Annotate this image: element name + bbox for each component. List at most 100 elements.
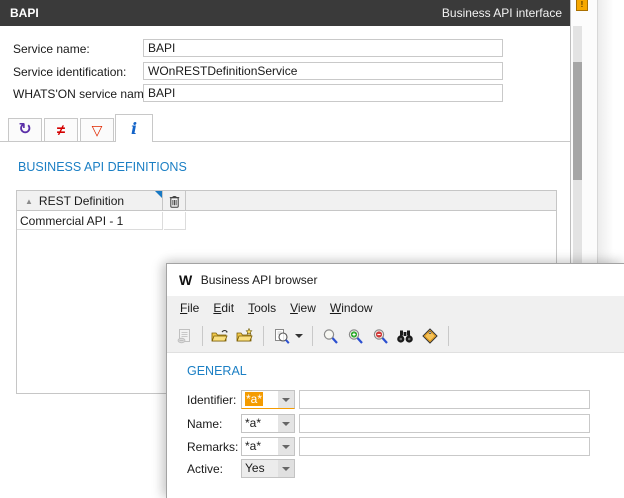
tab-underline [0, 141, 570, 142]
name-combo-dropdown[interactable] [278, 415, 294, 432]
trash-icon [169, 195, 180, 208]
info-icon: i [131, 121, 137, 137]
service-name-row: Service name: [0, 39, 570, 58]
tab-info[interactable]: i [115, 114, 153, 142]
toolbar-separator [312, 326, 313, 346]
find-document-icon [273, 328, 290, 345]
remarks-row: Remarks: *a* [187, 437, 617, 456]
name-combo[interactable]: *a* [241, 414, 295, 433]
menu-window[interactable]: Window [330, 301, 373, 315]
window-subtitle: Business API interface [442, 6, 562, 20]
tab-triangle[interactable]: ▽ [80, 118, 114, 141]
column-header-rest-definition[interactable]: ▲ REST Definition [17, 191, 163, 211]
identifier-combo[interactable]: *a* [241, 390, 295, 409]
open-folder-new-icon [236, 328, 254, 344]
service-name-input[interactable] [143, 39, 503, 57]
background-scrollbar[interactable] [573, 26, 582, 263]
find-document-button[interactable] [269, 324, 293, 348]
background-divider-line [597, 0, 598, 263]
service-name-label: Service name: [13, 42, 90, 56]
name-row: Name: *a* [187, 414, 617, 433]
whatson-logo-icon: W [179, 272, 191, 288]
remarks-combo-value: *a* [242, 438, 278, 455]
remarks-label: Remarks: [187, 440, 238, 454]
chevron-down-icon [282, 422, 290, 426]
chevron-down-icon [282, 445, 290, 449]
sort-ascending-icon: ▲ [25, 197, 33, 206]
identifier-input[interactable] [299, 390, 590, 409]
scrollbar-thumb[interactable] [573, 62, 582, 180]
find-document-dropdown-icon[interactable] [295, 334, 303, 338]
active-row: Active: Yes [187, 459, 617, 478]
section-title-business-api-definitions: BUSINESS API DEFINITIONS [18, 160, 187, 174]
browser-titlebar[interactable]: W Business API browser [167, 264, 624, 296]
column-header-delete[interactable] [164, 191, 186, 211]
name-label: Name: [187, 417, 222, 431]
menu-view[interactable]: View [290, 301, 316, 315]
service-identification-input[interactable] [143, 62, 503, 80]
active-combo-dropdown[interactable] [278, 460, 294, 477]
zoom-button[interactable] [318, 324, 342, 348]
not-equal-icon: ≠ [57, 123, 65, 138]
filter-corner-icon [155, 191, 162, 198]
binoculars-icon [396, 329, 414, 344]
background-gradient [598, 0, 624, 263]
browser-window: W Business API browser File Edit Tools V… [166, 263, 624, 498]
toolbar-separator [263, 326, 264, 346]
active-combo[interactable]: Yes [241, 459, 295, 478]
service-identification-label: Service identification: [13, 65, 126, 79]
tab-bar: ↻ ≠ ▽ i [0, 114, 570, 142]
properties-button [172, 324, 196, 348]
menu-bar: File Edit Tools View Window [167, 296, 624, 320]
tab-refresh[interactable]: ↻ [8, 118, 42, 141]
refresh-icon: ↻ [18, 122, 31, 138]
cell-rest-definition[interactable]: Commercial API - 1 [17, 212, 163, 230]
chevron-down-icon [282, 467, 290, 471]
whatson-service-name-row: WHATS'ON service name: [0, 84, 570, 103]
whatson-service-name-label: WHATS'ON service name: [13, 87, 154, 101]
service-identification-row: Service identification: [0, 62, 570, 81]
zoom-icon [322, 328, 339, 345]
whatson-service-name-input[interactable] [143, 84, 503, 102]
window-title: BAPI [10, 6, 39, 20]
bapi-titlebar[interactable]: BAPI Business API interface [0, 0, 570, 26]
name-input[interactable] [299, 414, 590, 433]
zoom-in-icon [347, 328, 364, 345]
chevron-down-icon [282, 398, 290, 402]
zoom-out-button[interactable] [368, 324, 392, 348]
table-row[interactable]: Commercial API - 1 [17, 212, 556, 230]
menu-file[interactable]: File [180, 301, 199, 315]
identifier-combo-dropdown[interactable] [278, 391, 294, 408]
tag-button[interactable] [418, 324, 442, 348]
identifier-combo-value: *a* [245, 392, 263, 406]
find-button[interactable] [393, 324, 417, 348]
remarks-combo[interactable]: *a* [241, 437, 295, 456]
toolbar-separator [448, 326, 449, 346]
triangle-down-icon: ▽ [92, 123, 103, 137]
open-folder-new-button[interactable] [233, 324, 257, 348]
remarks-combo-dropdown[interactable] [278, 438, 294, 455]
toolbar-separator [202, 326, 203, 346]
menu-tools[interactable]: Tools [248, 301, 276, 315]
name-combo-value: *a* [242, 415, 278, 432]
open-folder-button[interactable] [208, 324, 232, 348]
active-combo-value: Yes [242, 460, 278, 477]
menu-edit[interactable]: Edit [213, 301, 234, 315]
remarks-input[interactable] [299, 437, 590, 456]
active-label: Active: [187, 462, 223, 476]
cell-delete[interactable] [164, 212, 186, 230]
screen: ! BAPI Business API interface Service na… [0, 0, 624, 498]
identifier-label: Identifier: [187, 393, 236, 407]
tag-icon [422, 328, 438, 344]
identifier-row: Identifier: *a* [187, 390, 617, 409]
zoom-out-icon [372, 328, 389, 345]
tab-not-equal[interactable]: ≠ [44, 118, 78, 141]
section-title-general: GENERAL [187, 364, 247, 378]
open-folder-icon [211, 328, 229, 344]
toolbar [167, 320, 624, 353]
properties-icon [176, 328, 192, 344]
browser-window-title: Business API browser [201, 273, 318, 287]
zoom-in-button[interactable] [343, 324, 367, 348]
window-edge-line [570, 0, 571, 263]
warning-icon: ! [576, 0, 588, 11]
